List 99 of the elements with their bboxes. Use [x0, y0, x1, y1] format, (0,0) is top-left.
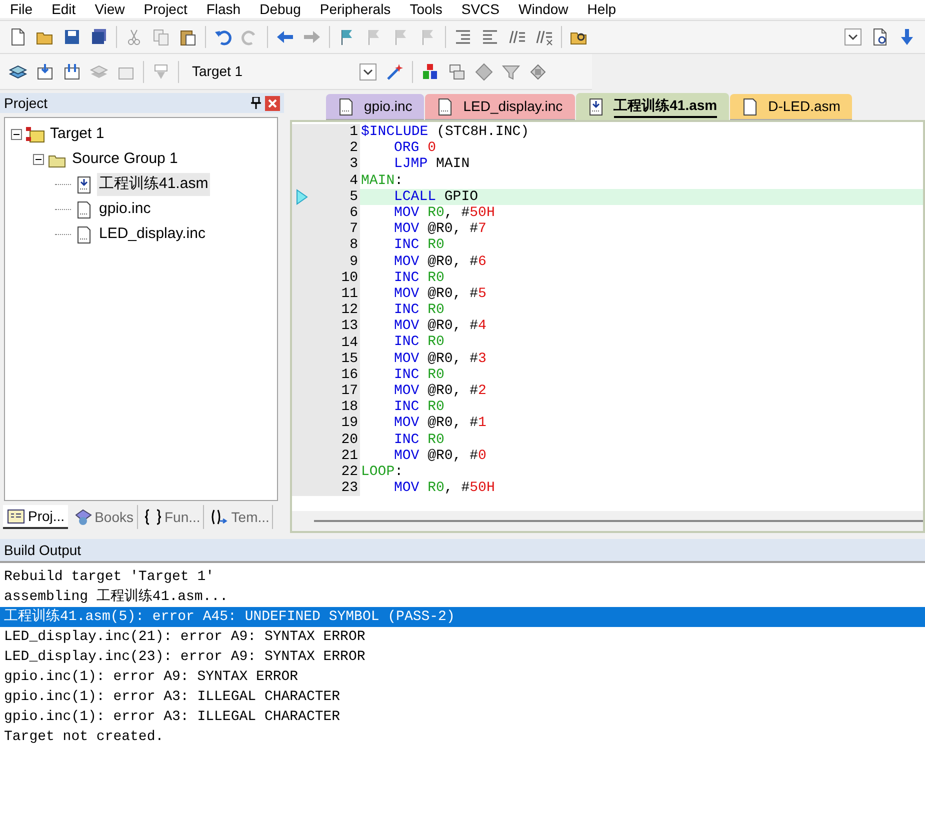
code-line: INC R0 [393, 270, 446, 286]
output-line[interactable]: gpio.inc(1): error A3: ILLEGAL CHARACTER [0, 707, 925, 727]
line-number: 17 [341, 383, 358, 400]
menu-item[interactable]: Window [510, 0, 578, 20]
line-number: 20 [341, 432, 358, 448]
menu-item[interactable]: SVCS [452, 0, 508, 20]
panel-tab[interactable]: Proj... [3, 505, 68, 529]
output-line[interactable]: LED_display.inc(21): error A9: SYNTAX ERROR [0, 627, 925, 647]
code-line: MOV @R0, #2 [393, 383, 488, 400]
panel-title: Build Output [4, 540, 82, 560]
line-number: 9 [350, 254, 358, 270]
pin-icon[interactable] [251, 97, 261, 109]
magic-wand-icon[interactable] [385, 62, 405, 82]
caret-icon[interactable] [358, 62, 378, 82]
line-number: 12 [341, 302, 358, 318]
target-folder-icon [25, 124, 45, 144]
windows-icon[interactable] [447, 62, 467, 82]
menu-item[interactable]: Help [578, 0, 626, 20]
menu-item[interactable]: View [86, 0, 134, 20]
line-number: 1 [350, 124, 358, 140]
code-line: MOV @R0, #6 [393, 254, 488, 270]
line-number: 3 [350, 156, 358, 172]
output-line[interactable]: assembling 工程训练41.asm... [0, 587, 925, 607]
code-line: $INCLUDE (STC8H.INC) [360, 124, 530, 140]
colored-blocks-icon[interactable] [420, 62, 440, 82]
menu-item[interactable]: Tools [400, 0, 452, 20]
close-icon[interactable] [265, 96, 280, 110]
dropdown-icon[interactable] [843, 27, 863, 47]
editor-tab[interactable]: D-LED.asm [730, 94, 852, 120]
panel-title: Project [4, 94, 48, 113]
line-number: 10 [341, 270, 358, 286]
code-line: MOV @R0, #7 [393, 221, 488, 238]
horizontal-scrollbar[interactable] [292, 511, 923, 531]
line-number: 15 [341, 350, 358, 367]
code-line: MOV R0, #50H [393, 204, 496, 222]
line-number: 4 [350, 172, 358, 189]
code-line: INC R0 [393, 399, 446, 416]
panel-tab[interactable]: Books [70, 505, 138, 529]
output-line[interactable]: gpio.inc(1): error A3: ILLEGAL CHARACTER [0, 687, 925, 707]
menu-item[interactable]: Flash [197, 0, 250, 20]
line-number: 22 [341, 464, 358, 480]
line-number: 19 [341, 415, 358, 432]
editor-tab[interactable]: LED_display.inc [425, 94, 575, 120]
line-number: 16 [341, 366, 358, 383]
code-line: INC R0 [393, 432, 446, 448]
build-icon[interactable] [35, 62, 55, 82]
panel-tab[interactable]: Fun... [140, 505, 204, 529]
tree-item[interactable]: Source Group 1 [70, 148, 180, 171]
diamond-icon[interactable] [474, 62, 494, 82]
line-number: 2 [350, 140, 358, 156]
code-line: INC R0 [393, 334, 446, 351]
template-icon [209, 507, 230, 527]
menu-item[interactable]: Edit [42, 0, 85, 20]
line-number: 23 [341, 480, 358, 496]
menu-item[interactable]: Project [134, 0, 196, 20]
code-line: MAIN: [360, 172, 404, 189]
braces-icon [142, 507, 162, 527]
line-number: 18 [341, 399, 358, 416]
code-line: INC R0 [393, 366, 446, 383]
rebuild-icon[interactable] [62, 62, 82, 82]
editor-tab[interactable]: gpio.inc [326, 94, 424, 120]
menu-item[interactable]: Peripherals [310, 0, 400, 20]
code-line: INC R0 [393, 302, 446, 318]
line-number: 11 [341, 286, 358, 302]
output-line[interactable]: Rebuild target 'Target 1' [0, 567, 925, 587]
tree-item[interactable]: 工程训练41.asm [97, 173, 210, 196]
books-icon [72, 507, 93, 527]
code-line: MOV R0, #50H [393, 480, 496, 496]
line-number: 6 [350, 205, 358, 222]
code-line: MOV @R0, #1 [393, 415, 488, 432]
tree-item[interactable]: Target 1 [48, 123, 106, 146]
line-number: 8 [350, 237, 358, 254]
save-icon[interactable] [62, 27, 82, 47]
menu-item[interactable]: File [2, 0, 42, 20]
output-line[interactable]: Target not created. [0, 727, 925, 747]
output-line[interactable]: gpio.inc(1): error A9: SYNTAX ERROR [0, 667, 925, 687]
tree-item[interactable]: gpio.inc [97, 198, 153, 221]
code-line: MOV @R0, #4 [393, 318, 488, 334]
code-editor[interactable] [290, 120, 925, 533]
line-number: 14 [341, 334, 358, 351]
output-line[interactable]: LED_display.inc(23): error A9: SYNTAX ERROR [0, 647, 925, 667]
tree-item[interactable]: LED_display.inc [97, 223, 208, 246]
panel-tab[interactable]: Tem... [206, 505, 274, 529]
collapse-icon[interactable] [33, 154, 44, 165]
code-line: MOV @R0, #0 [394, 448, 488, 464]
code-line: LJMP MAIN [393, 156, 471, 173]
line-number: 5 [350, 188, 358, 205]
line-number: 7 [350, 221, 358, 238]
code-line: ORG 0 [393, 140, 438, 156]
editor-tab[interactable]: 工程训练41.asm [576, 93, 730, 120]
collapse-icon[interactable] [11, 129, 22, 140]
code-line: MOV @R0, #3 [393, 350, 488, 367]
menu-item[interactable]: Debug [250, 0, 310, 20]
code-line: MOV @R0, #5 [393, 286, 488, 302]
code-line: INC R0 [393, 237, 446, 254]
code-line: LOOP: [360, 464, 404, 480]
line-number: 21 [341, 448, 358, 464]
save-all-icon[interactable] [89, 27, 109, 47]
line-number: 13 [341, 318, 358, 334]
